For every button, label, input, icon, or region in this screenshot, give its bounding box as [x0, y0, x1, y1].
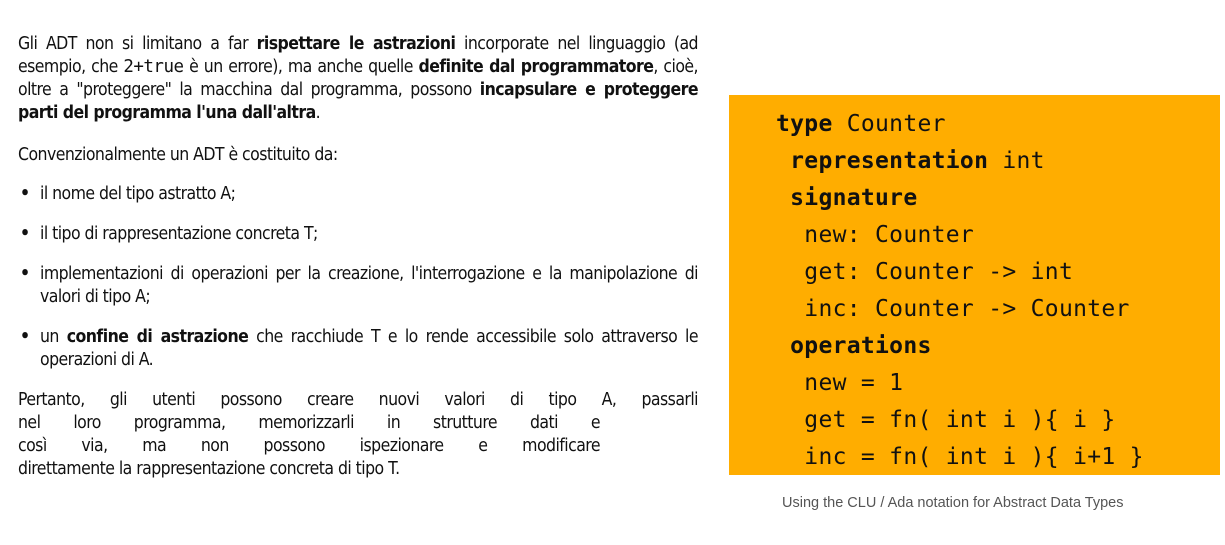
code-block: type Counter representation int signatur…: [776, 106, 1144, 476]
code-line: get: Counter -> int: [776, 254, 1144, 291]
code-line: signature: [776, 180, 1144, 217]
list-item-text: implementazioni di operazioni per la cre…: [40, 264, 699, 307]
text-run: è un errore), ma anche quelle: [183, 57, 419, 77]
list-item-text: il tipo di rappresentazione concreta T;: [40, 224, 318, 244]
code-caption: Using the CLU / Ada notation for Abstrac…: [782, 495, 1124, 511]
code-text: inc: Counter -> Counter: [804, 296, 1130, 322]
code-text: new: Counter: [804, 222, 975, 248]
bullet-icon: •: [20, 264, 30, 284]
code-example-box: type Counter representation int signatur…: [729, 95, 1220, 475]
list-item: • implementazioni di operazioni per la cr…: [18, 263, 699, 309]
inline-code: 2+true: [123, 57, 184, 77]
code-line: representation int: [776, 143, 1144, 180]
list-item-text: un: [40, 327, 67, 347]
adt-definition-intro: Convenzionalmente un ADT è costituito da…: [18, 145, 338, 165]
code-line: get = fn( int i ){ i }: [776, 402, 1144, 439]
paragraph-line: direttamente la rappresentazione concret…: [18, 459, 400, 479]
text-run: .: [315, 103, 321, 123]
paragraph-line: così via, ma non possono ispezionare e m…: [18, 436, 601, 456]
bullet-icon: •: [20, 184, 30, 204]
list-item: • un confine di astrazione che racchiude …: [18, 326, 699, 372]
code-text: int: [988, 148, 1045, 174]
code-line: inc = fn( int i ){ i+1 }: [776, 439, 1144, 476]
list-item-text: il nome del tipo astratto A;: [40, 184, 236, 204]
intro-paragraph: Gli ADT non si limitano a far rispettare…: [18, 33, 699, 125]
bold-phrase: definite dal programmatore: [418, 57, 654, 77]
paragraph-line: Pertanto, gli utenti possono creare nuov…: [18, 390, 699, 410]
code-text: inc = fn( int i ){ i+1 }: [804, 444, 1144, 470]
list-item: • il tipo di rappresentazione concreta T;: [18, 223, 698, 246]
code-text: new = 1: [804, 370, 904, 396]
code-text: get: Counter -> int: [804, 259, 1074, 285]
bold-phrase: rispettare le astrazioni: [256, 34, 456, 54]
conclusion-paragraph: Pertanto, gli utenti possono creare nuov…: [18, 389, 699, 481]
bullet-icon: •: [20, 224, 30, 244]
code-keyword: type: [776, 111, 833, 137]
list-item: • il nome del tipo astratto A;: [18, 183, 698, 206]
text-run: Gli ADT non si limitano a far: [18, 34, 257, 54]
code-keyword: signature: [790, 185, 918, 211]
code-text: Counter: [832, 111, 946, 137]
text-column: Gli ADT non si limitano a far rispettare…: [18, 33, 699, 481]
paragraph-line: nel loro programma, memorizzarli in stru…: [18, 413, 601, 433]
adt-components-list: • il nome del tipo astratto A; • il tipo d…: [18, 183, 699, 372]
code-line: new: Counter: [776, 217, 1144, 254]
code-line: new = 1: [776, 365, 1144, 402]
bullet-icon: •: [20, 327, 30, 347]
code-keyword: representation: [790, 148, 989, 174]
code-text: get = fn( int i ){ i }: [804, 407, 1116, 433]
code-line: inc: Counter -> Counter: [776, 291, 1144, 328]
code-line: operations: [776, 328, 1144, 365]
bold-phrase: confine di astrazione: [66, 327, 249, 347]
code-line: type Counter: [776, 106, 1144, 143]
code-keyword: operations: [790, 333, 932, 359]
